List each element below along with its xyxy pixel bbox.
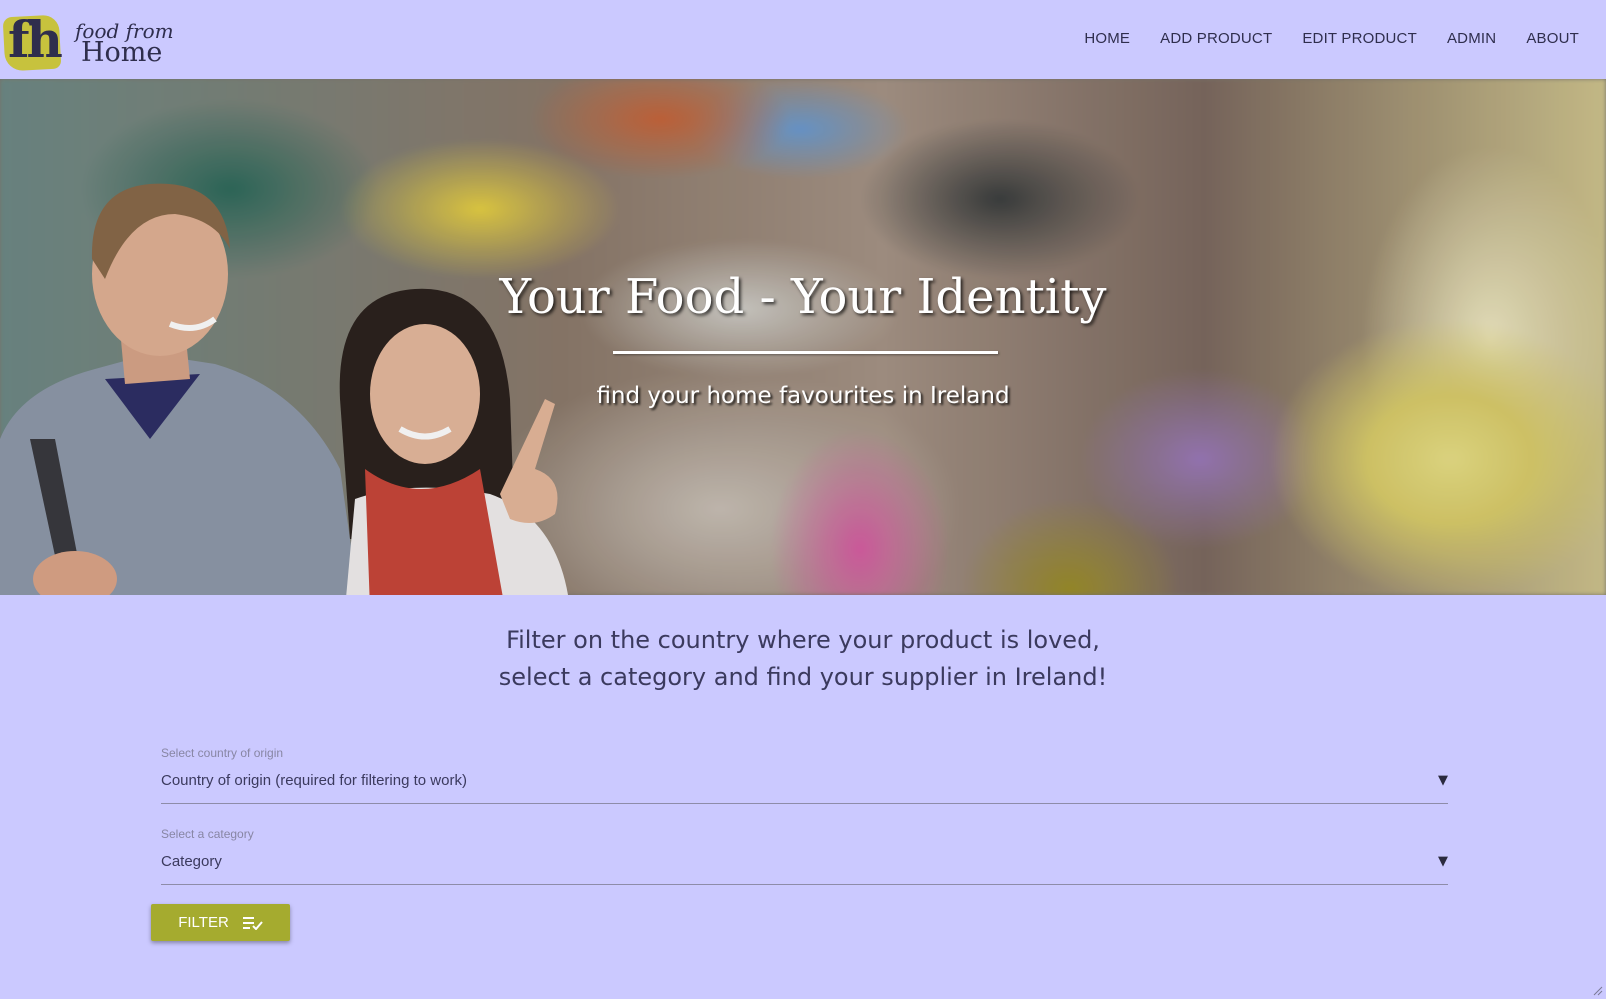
- filter-button[interactable]: FILTER: [151, 904, 290, 941]
- resize-grip-icon[interactable]: [1591, 984, 1603, 996]
- filter-list-icon: [242, 916, 263, 930]
- hero-subtitle: find your home favourites in Ireland: [596, 383, 1010, 409]
- nav-add-product-link[interactable]: ADD PRODUCT: [1145, 28, 1287, 49]
- hero-overlay: [0, 79, 1606, 595]
- category-select[interactable]: Select a category Category ▼: [161, 827, 1448, 885]
- country-select-value[interactable]: Country of origin (required for filterin…: [161, 772, 467, 789]
- navbar: fh food from Home HOME ADD PRODUCT EDIT …: [0, 0, 1606, 79]
- nav-about-link[interactable]: ABOUT: [1511, 28, 1594, 49]
- category-select-label: Select a category: [161, 827, 254, 841]
- logo[interactable]: fh food from Home: [2, 10, 174, 74]
- nav-home-link[interactable]: HOME: [1069, 28, 1145, 49]
- intro-line-2: select a category and find your supplier…: [498, 663, 1108, 691]
- country-select[interactable]: Select country of origin Country of orig…: [161, 746, 1448, 804]
- intro-text: Filter on the country where your product…: [0, 622, 1606, 696]
- hero-title: Your Food - Your Identity: [499, 269, 1107, 325]
- nav-admin-link[interactable]: ADMIN: [1432, 28, 1511, 49]
- category-select-value[interactable]: Category: [161, 853, 222, 870]
- country-select-label: Select country of origin: [161, 746, 284, 760]
- nav-menu: HOME ADD PRODUCT EDIT PRODUCT ADMIN ABOU…: [1069, 28, 1594, 49]
- logo-text-line2: Home: [81, 37, 163, 68]
- dropdown-arrow-icon[interactable]: ▼: [1438, 773, 1448, 788]
- hero-banner: Your Food - Your Identity find your home…: [0, 79, 1606, 595]
- filter-button-label: FILTER: [178, 914, 229, 931]
- intro-line-1: Filter on the country where your product…: [506, 626, 1100, 654]
- hero-divider: [613, 351, 998, 354]
- dropdown-arrow-icon[interactable]: ▼: [1438, 854, 1448, 869]
- logo-mark: fh: [8, 10, 63, 69]
- nav-edit-product-link[interactable]: EDIT PRODUCT: [1287, 28, 1432, 49]
